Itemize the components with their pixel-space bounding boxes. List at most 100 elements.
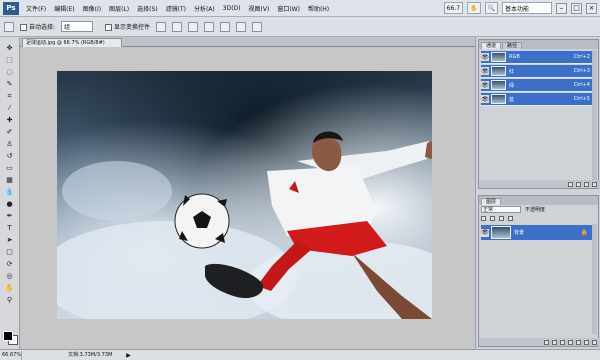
menu-analysis[interactable]: 分析(A): [190, 4, 219, 13]
show-transform-checkbox[interactable]: [105, 24, 113, 31]
options-bar: 自动选择: 组 显示变换控件: [0, 17, 600, 37]
channel-name: 红: [509, 68, 515, 75]
lock-transparent-icon[interactable]: [481, 216, 486, 221]
history-brush-tool-icon[interactable]: ↺: [3, 151, 17, 161]
layers-panel: 图层 正常 不透明度 👁 背景 🔒: [478, 195, 600, 347]
align-left-icon[interactable]: [204, 21, 215, 32]
layer-style-icon[interactable]: [552, 339, 557, 345]
lasso-tool-icon[interactable]: ◌: [3, 67, 17, 77]
channel-row[interactable]: 👁 红 Ctrl+3: [481, 65, 594, 78]
pen-tool-icon[interactable]: ✒: [3, 211, 17, 221]
new-layer-icon[interactable]: [584, 339, 589, 345]
move-tool-preset-icon[interactable]: [4, 21, 14, 32]
workspace-switcher[interactable]: 基本功能: [502, 2, 552, 14]
eraser-tool-icon[interactable]: ▭: [3, 163, 17, 173]
channel-row[interactable]: 👁 RGB Ctrl+2: [481, 51, 594, 64]
zoom-tool-icon[interactable]: 🔍: [484, 2, 498, 14]
3d-orbit-tool-icon[interactable]: ◎: [3, 271, 17, 281]
soccer-photo[interactable]: [57, 71, 432, 319]
link-layers-icon[interactable]: [544, 339, 549, 345]
new-group-icon[interactable]: [576, 339, 581, 345]
align-center-icon[interactable]: [220, 21, 231, 32]
menu-select[interactable]: 选择(S): [133, 4, 162, 13]
restore-button[interactable]: □: [571, 2, 582, 14]
shape-tool-icon[interactable]: ▢: [3, 247, 17, 257]
show-transform-option[interactable]: 显示变换控件: [105, 22, 150, 31]
canvas-area[interactable]: [20, 47, 475, 349]
menu-window[interactable]: 窗口(W): [273, 4, 304, 13]
menu-edit[interactable]: 编辑(E): [50, 4, 78, 13]
layers-scrollbar[interactable]: [592, 224, 597, 334]
path-select-tool-icon[interactable]: ➤: [3, 235, 17, 245]
layer-row[interactable]: 👁 背景 🔒: [481, 225, 594, 240]
new-channel-icon[interactable]: [584, 181, 589, 187]
menu-view[interactable]: 视图(V): [245, 4, 274, 13]
load-selection-icon[interactable]: [568, 181, 573, 187]
channel-row[interactable]: 👁 蓝 Ctrl+5: [481, 93, 594, 106]
delete-layer-icon[interactable]: [592, 339, 597, 345]
adjustment-layer-icon[interactable]: [568, 339, 573, 345]
align-bottom-icon[interactable]: [188, 21, 199, 32]
crop-tool-icon[interactable]: ⌗: [3, 91, 17, 101]
delete-channel-icon[interactable]: [592, 181, 597, 187]
minimize-button[interactable]: –: [556, 2, 567, 14]
hand-tool-icon[interactable]: ✋: [467, 2, 481, 14]
eye-icon[interactable]: 👁: [481, 228, 489, 237]
gradient-tool-icon[interactable]: ▦: [3, 175, 17, 185]
eye-icon[interactable]: 👁: [481, 67, 489, 75]
blur-tool-icon[interactable]: 💧: [3, 187, 17, 197]
tab-layers[interactable]: 图层: [481, 198, 502, 205]
lock-image-icon[interactable]: [490, 216, 495, 221]
document-tab[interactable]: 足球运动.jpg @ 66.7% (RGB/8#): [22, 38, 122, 47]
tab-paths[interactable]: 路径: [502, 42, 523, 49]
move-tool-icon[interactable]: ✥: [3, 43, 17, 53]
channel-row[interactable]: 👁 绿 Ctrl+4: [481, 79, 594, 92]
lock-icon: 🔒: [580, 229, 588, 236]
align-right-icon[interactable]: [236, 21, 247, 32]
layer-lock-controls: [479, 214, 598, 223]
distribute-icon[interactable]: [252, 21, 263, 32]
channel-thumbnail: [491, 80, 506, 90]
eye-icon[interactable]: 👁: [481, 81, 489, 89]
channel-shortcut: Ctrl+4: [573, 82, 590, 88]
eye-icon[interactable]: 👁: [481, 53, 489, 61]
document-size-info: 文档:3.73M/3.73M: [68, 351, 113, 358]
align-middle-icon[interactable]: [172, 21, 183, 32]
menu-filter[interactable]: 滤镜(T): [162, 4, 190, 13]
hand-tool-icon[interactable]: ✋: [3, 283, 17, 293]
3d-rotate-tool-icon[interactable]: ⟳: [3, 259, 17, 269]
marquee-tool-icon[interactable]: ⬚: [3, 55, 17, 65]
menu-3d[interactable]: 3D(D): [219, 5, 245, 12]
menu-image[interactable]: 图像(I): [79, 4, 105, 13]
eye-icon[interactable]: 👁: [481, 95, 489, 103]
eyedropper-tool-icon[interactable]: ⁄: [3, 103, 17, 113]
zoom-level-dropdown[interactable]: 66.7: [443, 2, 464, 14]
tab-channels[interactable]: 通道: [481, 42, 502, 49]
channels-scrollbar[interactable]: [592, 50, 597, 180]
zoom-tool-icon[interactable]: ⚲: [3, 295, 17, 305]
save-selection-icon[interactable]: [576, 181, 581, 187]
brush-tool-icon[interactable]: ✐: [3, 127, 17, 137]
lock-position-icon[interactable]: [499, 216, 504, 221]
auto-select-option[interactable]: 自动选择:: [20, 22, 55, 31]
close-button[interactable]: ×: [586, 2, 597, 14]
quick-select-tool-icon[interactable]: ✎: [3, 79, 17, 89]
dodge-tool-icon[interactable]: ●: [3, 199, 17, 209]
align-top-icon[interactable]: [156, 21, 167, 32]
auto-select-checkbox[interactable]: [20, 24, 27, 31]
menu-help[interactable]: 帮助(H): [304, 4, 333, 13]
layer-mask-icon[interactable]: [560, 339, 565, 345]
type-tool-icon[interactable]: T: [3, 223, 17, 233]
lock-all-icon[interactable]: [508, 216, 513, 221]
app-logo: Ps: [3, 1, 19, 15]
healing-brush-tool-icon[interactable]: ✚: [3, 115, 17, 125]
status-menu-arrow[interactable]: ▶: [126, 352, 131, 359]
zoom-readout[interactable]: 66.67%: [0, 350, 22, 360]
auto-select-dropdown[interactable]: 组: [61, 21, 94, 32]
menu-file[interactable]: 文件(F): [22, 4, 50, 13]
foreground-color-swatch[interactable]: [3, 331, 13, 341]
menu-layer[interactable]: 图层(L): [105, 4, 133, 13]
layer-blend-controls: 正常 不透明度: [479, 205, 598, 214]
clone-stamp-tool-icon[interactable]: ♙: [3, 139, 17, 149]
blend-mode-dropdown[interactable]: 正常: [481, 206, 521, 213]
